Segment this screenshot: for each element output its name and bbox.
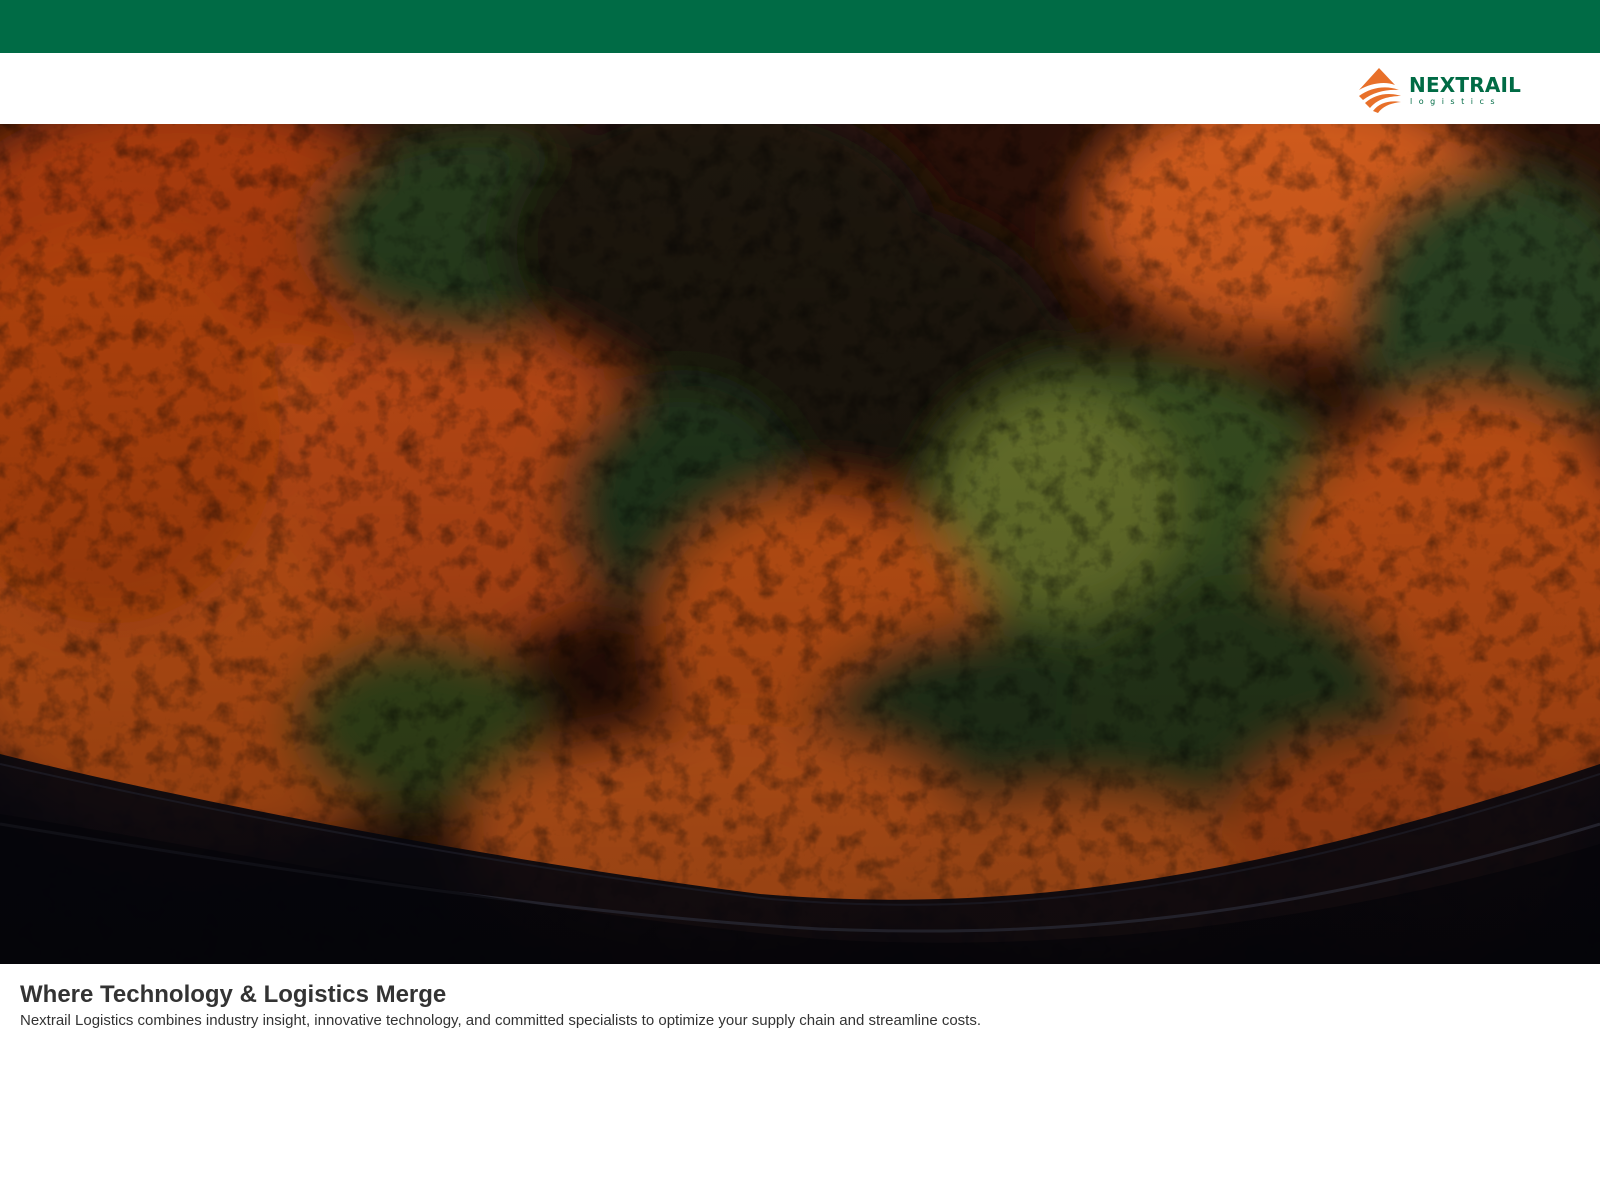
- hero-description: Nextrail Logistics combines industry ins…: [20, 1012, 982, 1029]
- nextrail-logo-link[interactable]: NEXTRAIL logistics: [1357, 65, 1521, 113]
- hero-video-background: [0, 124, 1600, 964]
- top-utility-bar: [0, 0, 1600, 53]
- logo-wordmark: NEXTRAIL: [1409, 73, 1522, 97]
- logo-tagline: logistics: [1410, 97, 1502, 106]
- hero-headline: Where Technology & Logistics Merge: [20, 981, 447, 1008]
- site-header: NEXTRAIL logistics: [0, 53, 1600, 124]
- aerial-forest-image: [0, 124, 1600, 964]
- intro-content: Where Technology & Logistics Merge Nextr…: [20, 980, 1580, 1031]
- nextrail-wave-logo-icon: [1359, 68, 1401, 113]
